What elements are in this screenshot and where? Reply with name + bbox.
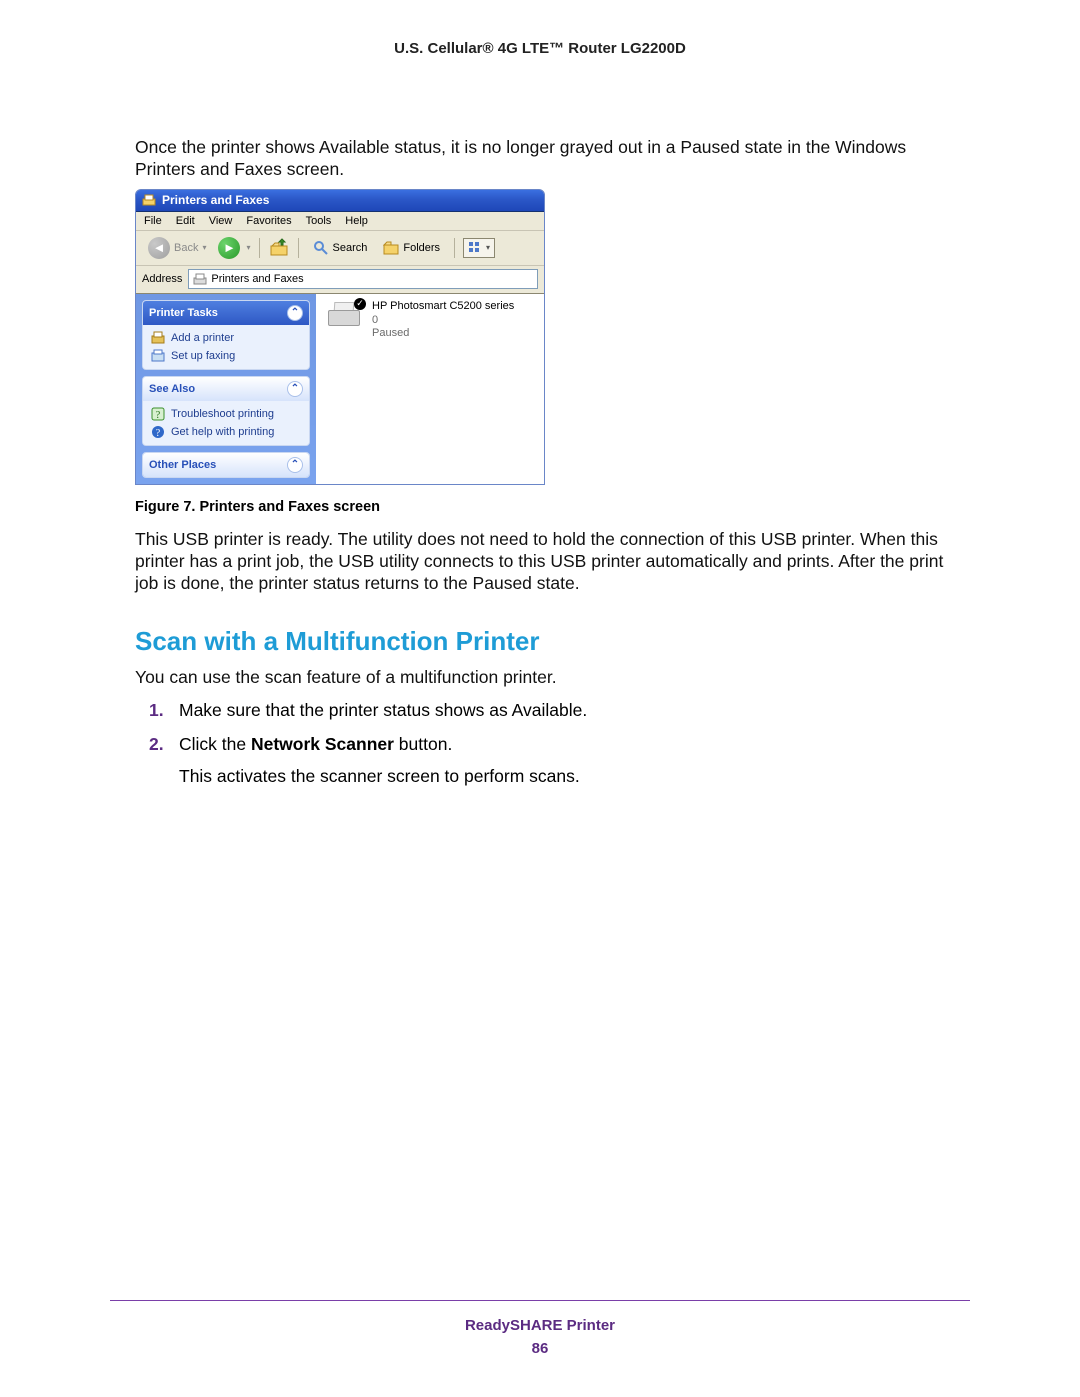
search-button[interactable]: Search <box>307 238 374 258</box>
collapse-icon[interactable]: ⌃ <box>287 457 303 473</box>
folders-label: Folders <box>403 242 440 254</box>
get-help-with-printing-link[interactable]: ? Get help with printing <box>151 425 301 439</box>
section-heading-scan: Scan with a Multifunction Printer <box>135 626 945 657</box>
panel-title: Other Places <box>149 459 216 471</box>
printer-docs: 0 <box>372 314 514 328</box>
menu-favorites[interactable]: Favorites <box>246 215 291 227</box>
menu-edit[interactable]: Edit <box>176 215 195 227</box>
window-body: Printer Tasks ⌃ Add a printer <box>136 294 544 484</box>
dropdown-icon: ▾ <box>246 243 250 252</box>
footer-rule <box>110 1300 970 1301</box>
link-text: Get help with printing <box>171 426 274 438</box>
link-text: Troubleshoot printing <box>171 408 274 420</box>
views-button[interactable]: ▾ <box>463 238 495 258</box>
window-titlebar[interactable]: Printers and Faxes <box>136 190 544 212</box>
address-bar: Address Printers and Faxes <box>136 266 544 294</box>
link-text: Add a printer <box>171 332 234 344</box>
window-title: Printers and Faxes <box>162 193 269 207</box>
panel-header[interactable]: See Also ⌃ <box>143 377 309 401</box>
printers-folder-icon <box>193 272 207 286</box>
panel-body: Add a printer Set up faxing <box>143 325 309 369</box>
menu-help[interactable]: Help <box>345 215 368 227</box>
see-also-panel: See Also ⌃ ? Troubleshoot printing <box>142 376 310 446</box>
folders-button[interactable]: Folders <box>377 238 446 258</box>
help-globe-icon: ? <box>151 425 165 439</box>
separator <box>454 238 455 258</box>
step-list: Make sure that the printer status shows … <box>135 699 945 788</box>
intro-paragraph: Once the printer shows Available status,… <box>135 137 945 181</box>
help-icon: ? <box>151 407 165 421</box>
step-2-detail: This activates the scanner screen to per… <box>179 765 945 789</box>
forward-arrow-icon: ► <box>223 240 236 255</box>
menu-file[interactable]: File <box>144 215 162 227</box>
address-text: Printers and Faxes <box>211 273 303 285</box>
toolbar: ◄ Back ▾ ► ▾ Search <box>136 231 544 266</box>
content-area[interactable]: ✓ HP Photosmart C5200 series 0 Paused <box>316 294 544 484</box>
svg-text:?: ? <box>156 410 161 421</box>
footer-title: ReadySHARE Printer <box>110 1317 970 1334</box>
link-text: Set up faxing <box>171 350 235 362</box>
printer-name: HP Photosmart C5200 series <box>372 300 514 314</box>
menu-view[interactable]: View <box>209 215 233 227</box>
panel-title: Printer Tasks <box>149 307 218 319</box>
add-a-printer-link[interactable]: Add a printer <box>151 331 301 345</box>
up-one-level-button[interactable] <box>268 237 290 259</box>
fax-icon <box>151 349 165 363</box>
collapse-icon[interactable]: ⌃ <box>287 381 303 397</box>
back-button[interactable]: ◄ Back ▾ <box>142 235 212 261</box>
back-arrow-icon: ◄ <box>148 237 170 259</box>
footer-page-number: 86 <box>110 1340 970 1357</box>
menu-tools[interactable]: Tools <box>306 215 332 227</box>
page-footer: ReadySHARE Printer 86 <box>110 1292 970 1357</box>
step-2: Click the Network Scanner button. This a… <box>179 733 945 788</box>
printer-tasks-panel: Printer Tasks ⌃ Add a printer <box>142 300 310 370</box>
svg-text:?: ? <box>156 428 161 439</box>
printer-item[interactable]: ✓ HP Photosmart C5200 series 0 Paused <box>324 300 536 341</box>
step-2-strong: Network Scanner <box>251 734 394 754</box>
left-task-pane: Printer Tasks ⌃ Add a printer <box>136 294 316 484</box>
other-places-panel: Other Places ⌃ <box>142 452 310 478</box>
search-icon <box>313 240 329 256</box>
printer-status: Paused <box>372 327 514 341</box>
search-label: Search <box>333 242 368 254</box>
back-label: Back <box>174 242 198 254</box>
dropdown-icon: ▾ <box>486 243 490 252</box>
dropdown-icon: ▾ <box>202 243 206 252</box>
address-label: Address <box>142 273 182 285</box>
description-paragraph: This USB printer is ready. The utility d… <box>135 529 945 595</box>
separator <box>298 238 299 258</box>
step-2-pre: Click the <box>179 734 251 754</box>
troubleshoot-printing-link[interactable]: ? Troubleshoot printing <box>151 407 301 421</box>
folders-icon <box>383 240 399 256</box>
printer-icon: ✓ <box>324 300 364 330</box>
add-printer-icon <box>151 331 165 345</box>
default-checkmark-icon: ✓ <box>354 298 366 310</box>
section-intro: You can use the scan feature of a multif… <box>135 667 945 689</box>
xp-window: Printers and Faxes File Edit View Favori… <box>135 189 545 485</box>
panel-header[interactable]: Other Places ⌃ <box>143 453 309 477</box>
step-1: Make sure that the printer status shows … <box>179 699 945 723</box>
separator <box>259 238 260 258</box>
forward-button[interactable]: ► <box>218 237 240 259</box>
step-2-post: button. <box>394 734 452 754</box>
menu-bar[interactable]: File Edit View Favorites Tools Help <box>136 212 544 231</box>
printers-folder-icon <box>142 193 156 207</box>
document-header: U.S. Cellular® 4G LTE™ Router LG2200D <box>135 40 945 57</box>
set-up-faxing-link[interactable]: Set up faxing <box>151 349 301 363</box>
panel-title: See Also <box>149 383 195 395</box>
figure-printers-and-faxes: Printers and Faxes File Edit View Favori… <box>135 189 945 485</box>
panel-header[interactable]: Printer Tasks ⌃ <box>143 301 309 325</box>
figure-caption: Figure 7. Printers and Faxes screen <box>135 499 945 515</box>
views-icon <box>468 241 482 255</box>
panel-body: ? Troubleshoot printing ? Get help with … <box>143 401 309 445</box>
printer-item-text: HP Photosmart C5200 series 0 Paused <box>372 300 514 341</box>
address-field[interactable]: Printers and Faxes <box>188 269 538 289</box>
collapse-icon[interactable]: ⌃ <box>287 305 303 321</box>
